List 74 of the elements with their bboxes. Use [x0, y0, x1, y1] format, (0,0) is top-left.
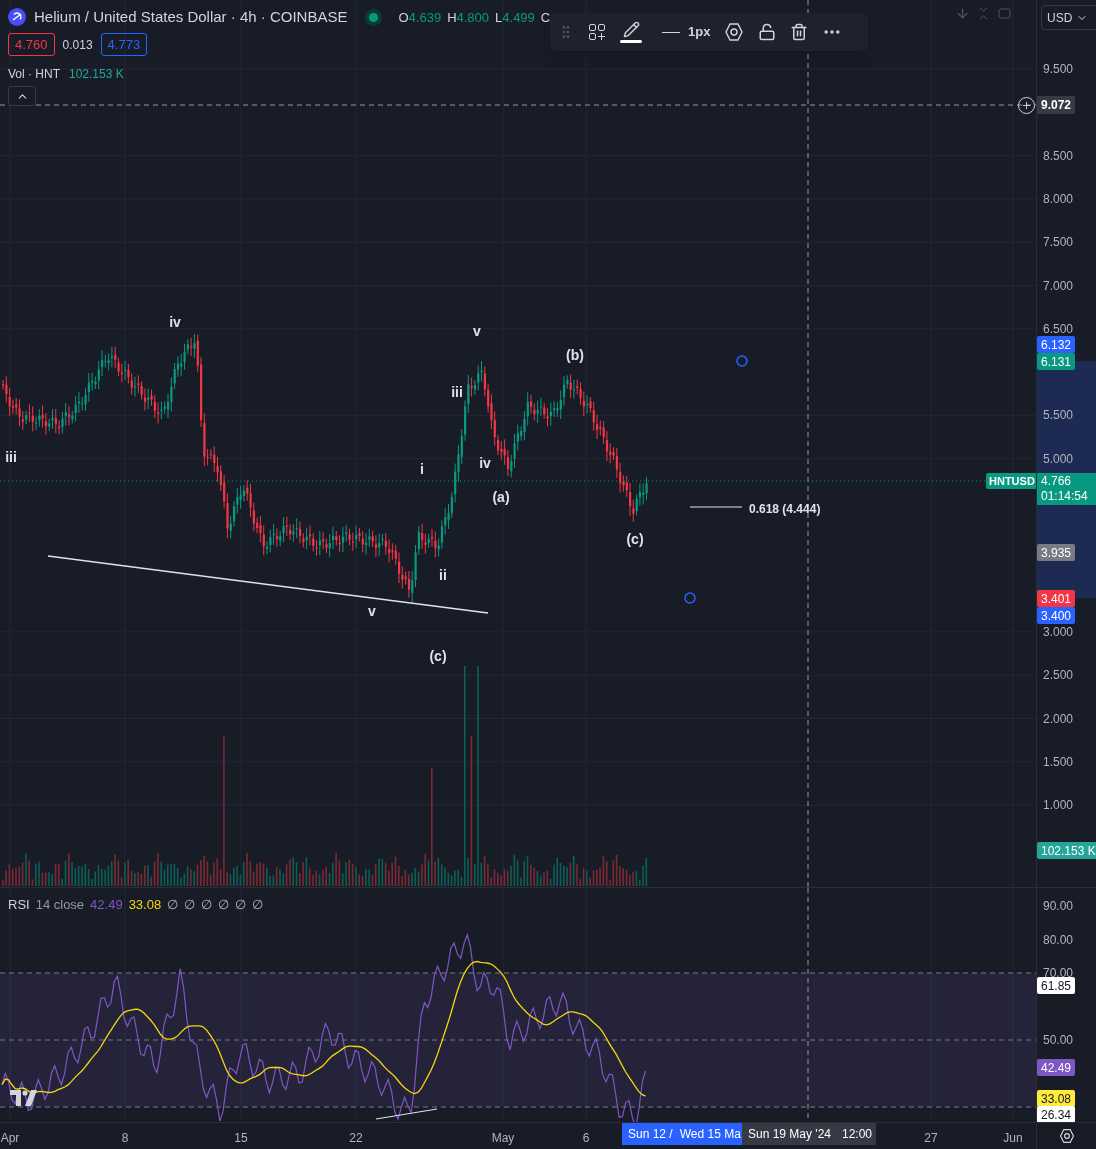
rsi-ma-value: 33.08 [128, 896, 162, 914]
price-tick: 9.500 [1043, 63, 1074, 75]
wave-label: i [420, 462, 424, 476]
time-tick: Apr [0, 1130, 20, 1147]
price-tick: 8.500 [1043, 149, 1074, 162]
wave-label: (a) [492, 490, 510, 504]
ohlc-value: C [540, 8, 551, 27]
crosshair-clock: 12:00 [842, 1126, 873, 1143]
price-badge: 3.401 [1037, 590, 1076, 607]
price-badge: 42.49 [1037, 1059, 1076, 1076]
price-tick: 2.000 [1043, 712, 1074, 725]
rsi-name: RSI [8, 896, 30, 914]
wave-label: v [473, 324, 481, 338]
price-tick: 1.500 [1043, 755, 1074, 768]
wave-label: iv [479, 456, 491, 470]
wave-label: v [368, 604, 376, 618]
time-tick: 22 [349, 1130, 363, 1147]
price-tick: 7.500 [1043, 236, 1074, 249]
empty-value: ∅ [235, 896, 247, 914]
fib-label: 0.618 (4.444) [749, 501, 821, 518]
price-badge: 6.132 [1037, 336, 1076, 353]
price-tick: 6.500 [1043, 322, 1074, 335]
sell-price-button[interactable]: 4.760 [8, 33, 55, 56]
price-tick: 7.000 [1043, 279, 1074, 292]
ohlc-value: O4.639 [398, 8, 442, 27]
empty-value: ∅ [201, 896, 213, 914]
rsi-params: 14 close [35, 896, 85, 914]
last-price-badge: 4.766 01:14:54 [1037, 473, 1096, 505]
time-tick: May [491, 1130, 515, 1147]
price-tick: 3.000 [1043, 625, 1074, 638]
time-tick: 27 [924, 1130, 938, 1147]
range-start-date: Sun 12 / [628, 1126, 673, 1143]
time-tick: 8 [121, 1130, 129, 1147]
time-tick: Jun [1003, 1130, 1023, 1147]
price-badge: 6.131 [1037, 353, 1076, 370]
price-tick: 5.500 [1043, 409, 1074, 422]
volume-legend-value: 102.153 K [69, 66, 124, 83]
currency-dropdown[interactable]: USD [1041, 5, 1096, 30]
time-tick: 6 [582, 1130, 590, 1147]
ohlc-value: H4.800 [447, 8, 490, 27]
empty-value: ∅ [218, 896, 230, 914]
price-tick: 5.000 [1043, 452, 1074, 465]
wave-label: iii [5, 450, 17, 464]
crosshair-price: 9.072 [1037, 96, 1076, 114]
price-tick: 1.000 [1043, 799, 1074, 812]
empty-value: ∅ [167, 896, 179, 914]
empty-value: ∅ [184, 896, 196, 914]
price-badge: 61.85 [1037, 977, 1076, 994]
volume-legend-label: Vol · HNT [8, 66, 60, 83]
wave-label: iii [451, 385, 463, 399]
wave-label: (c) [429, 649, 447, 663]
empty-value: ∅ [252, 896, 264, 914]
rsi-value: 42.49 [90, 896, 123, 914]
ohlc-value: L4.499 [495, 8, 535, 27]
range-end-date: Wed 15 Ma [679, 1126, 741, 1143]
time-tick: 15 [234, 1130, 248, 1147]
spread-value: 0.013 [62, 36, 93, 54]
symbol-title[interactable]: Helium / United States Dollar · 4h · COINBASE [34, 6, 348, 29]
rsi-tick: 80.00 [1043, 933, 1074, 946]
price-tick: 8.000 [1043, 192, 1074, 205]
rsi-tick: 90.00 [1043, 900, 1074, 912]
rsi-tick: 50.00 [1043, 1034, 1074, 1046]
price-badge: 3.400 [1037, 607, 1076, 624]
line-width-button[interactable]: 1px [662, 22, 711, 42]
symbol-badge: HNTUSD [986, 473, 1038, 489]
rsi-tick: 70.00 [1043, 967, 1074, 979]
crosshair-date: Sun 19 May '24 [748, 1126, 831, 1143]
price-badge: 102.153 K [1037, 842, 1096, 859]
wave-label: (c) [626, 532, 644, 546]
wave-label: (b) [566, 348, 584, 362]
wave-label: ii [439, 568, 447, 582]
wave-label: iv [169, 315, 181, 329]
price-badge: 3.935 [1037, 544, 1076, 561]
price-tick: 2.500 [1043, 669, 1074, 682]
